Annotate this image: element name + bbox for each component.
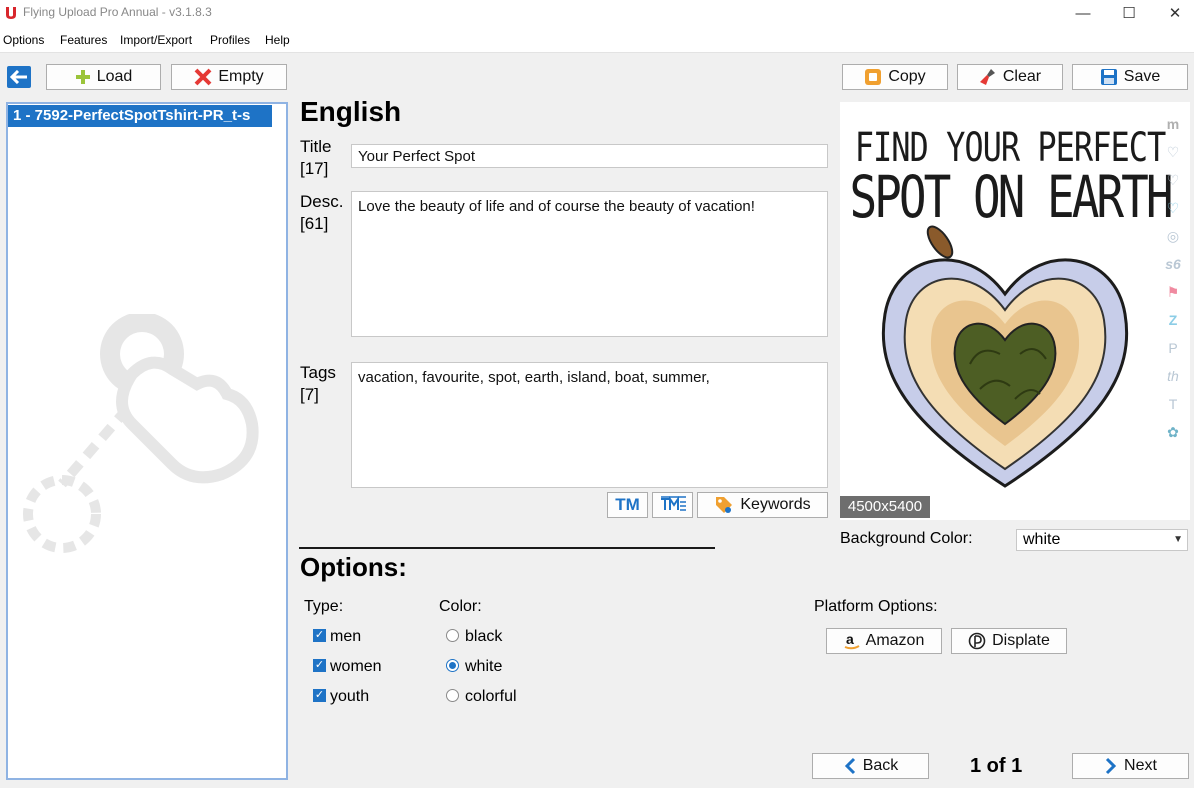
tm-check-button[interactable]: TM <box>607 492 648 518</box>
amazon-icon: a <box>844 632 860 650</box>
title-input[interactable]: Your Perfect Spot <box>351 144 828 168</box>
design-preview: FIND YOUR PERFECT SPOT ON EARTH <box>840 102 1190 520</box>
tag-icon <box>716 497 733 513</box>
flower-icon[interactable]: ✿ <box>1162 418 1184 446</box>
tags-textarea[interactable]: vacation, favourite, spot, earth, island… <box>351 362 828 488</box>
platform-options-label: Platform Options: <box>814 598 938 615</box>
radio-black[interactable] <box>446 629 459 642</box>
background-color-label: Background Color: <box>840 530 973 547</box>
svg-text:a: a <box>846 632 854 647</box>
description-textarea[interactable]: Love the beauty of life and of course th… <box>351 191 828 337</box>
radio-colorful[interactable] <box>446 689 459 702</box>
back-arrow-button[interactable] <box>7 66 31 88</box>
list-item[interactable]: 1 - 7592-PerfectSpotTshirt-PR_t-s <box>8 105 272 127</box>
type-women-label: women <box>330 658 382 675</box>
page-indicator: 1 of 1 <box>970 755 1023 777</box>
displate-icon[interactable]: P <box>1162 334 1184 362</box>
back-button[interactable]: Back <box>812 753 929 779</box>
heart-icon[interactable]: ♡ <box>1162 138 1184 166</box>
heart-island-image <box>881 225 1129 488</box>
preview-line-2: SPOT ON EARTH <box>849 163 1173 231</box>
radio-white[interactable] <box>446 659 459 672</box>
menu-profiles[interactable]: Profiles <box>210 33 250 47</box>
teehunter-icon[interactable]: th <box>1162 362 1184 390</box>
keywords-button[interactable]: Keywords <box>697 492 828 518</box>
displate-button[interactable]: Displate <box>951 628 1067 654</box>
load-label: Load <box>96 68 133 85</box>
drop-hint-hand-icon <box>23 314 259 553</box>
window-title: Flying Upload Pro Annual - v3.1.8.3 <box>23 5 212 19</box>
color-black-label: black <box>465 628 503 645</box>
title-label: Title <box>300 137 332 156</box>
tm-label: TM <box>615 495 640 514</box>
checkbox-youth[interactable]: ✓ <box>313 689 326 702</box>
s6-icon[interactable]: s6 <box>1162 250 1184 278</box>
displate-icon <box>968 632 986 650</box>
broom-icon <box>979 69 995 85</box>
minimize-button[interactable]: — <box>1060 0 1106 26</box>
type-men-label: men <box>330 628 362 645</box>
background-color-select[interactable]: white ▼ <box>1016 529 1188 551</box>
displate-label: Displate <box>992 632 1050 649</box>
chevron-left-icon <box>844 757 855 775</box>
clear-label: Clear <box>1002 68 1042 85</box>
save-label: Save <box>1123 68 1161 85</box>
tags-label: Tags <box>300 363 336 382</box>
empty-button[interactable]: Empty <box>171 64 287 90</box>
desc-count: [61] <box>300 214 329 233</box>
amazon-label: Amazon <box>865 632 925 649</box>
type-youth-label: youth <box>330 688 370 705</box>
tshirt-icon[interactable]: T <box>1162 390 1184 418</box>
pink-flag-icon[interactable]: ⚑ <box>1162 278 1184 306</box>
copy-button[interactable]: Copy <box>842 64 948 90</box>
checkbox-men[interactable]: ✓ <box>313 629 326 642</box>
title-count: [17] <box>300 159 329 178</box>
maximize-button[interactable]: ☐ <box>1106 0 1152 26</box>
save-button[interactable]: Save <box>1072 64 1188 90</box>
menu-options[interactable]: Options <box>3 33 44 47</box>
app-logo-icon <box>6 7 16 19</box>
keywords-label: Keywords <box>740 496 811 513</box>
copy-label: Copy <box>888 68 926 85</box>
next-button[interactable]: Next <box>1072 753 1189 779</box>
menu-features[interactable]: Features <box>60 33 107 47</box>
merch-m-icon[interactable]: m <box>1162 110 1184 138</box>
type-label: Type: <box>304 598 344 615</box>
red-x-icon <box>194 68 212 86</box>
language-heading: English <box>300 96 402 127</box>
back-label: Back <box>862 757 899 774</box>
floppy-icon <box>1100 69 1117 85</box>
options-divider <box>299 547 715 549</box>
zazzle-icon[interactable]: Z <box>1162 306 1184 334</box>
checkbox-women[interactable]: ✓ <box>313 659 326 672</box>
color-colorful-label: colorful <box>465 688 517 705</box>
amazon-button[interactable]: a Amazon <box>826 628 942 654</box>
copy-icon <box>865 69 882 85</box>
options-heading: Options: <box>300 552 407 582</box>
empty-label: Empty <box>218 68 264 85</box>
heart-blue-icon[interactable]: ♡ <box>1162 194 1184 222</box>
close-button[interactable]: ✕ <box>1152 0 1194 26</box>
color-label: Color: <box>439 598 482 615</box>
dimensions-badge: 4500x5400 <box>840 496 930 518</box>
tags-count: [7] <box>300 385 319 404</box>
desc-label: Desc. <box>300 192 344 211</box>
tm-list-icon <box>660 496 686 511</box>
tm-list-button[interactable] <box>652 492 693 518</box>
arrow-left-icon <box>10 70 27 84</box>
load-button[interactable]: Load <box>46 64 161 90</box>
next-label: Next <box>1124 757 1157 774</box>
color-white-label: white <box>465 658 503 675</box>
background-color-value: white <box>1023 531 1061 548</box>
chevron-right-icon <box>1105 757 1117 775</box>
plus-icon <box>75 70 90 84</box>
badge-icon[interactable]: ◎ <box>1162 222 1184 250</box>
file-list[interactable] <box>6 102 288 780</box>
clear-button[interactable]: Clear <box>957 64 1063 90</box>
menu-import-export[interactable]: Import/Export <box>120 33 192 47</box>
platform-icon-column: m ♡ ♡ ♡ ◎ s6 ⚑ Z P th T ✿ <box>1162 110 1184 446</box>
menu-help[interactable]: Help <box>265 33 290 47</box>
dropdown-arrow-icon: ▼ <box>1173 534 1183 545</box>
heart-outline-icon[interactable]: ♡ <box>1162 166 1184 194</box>
